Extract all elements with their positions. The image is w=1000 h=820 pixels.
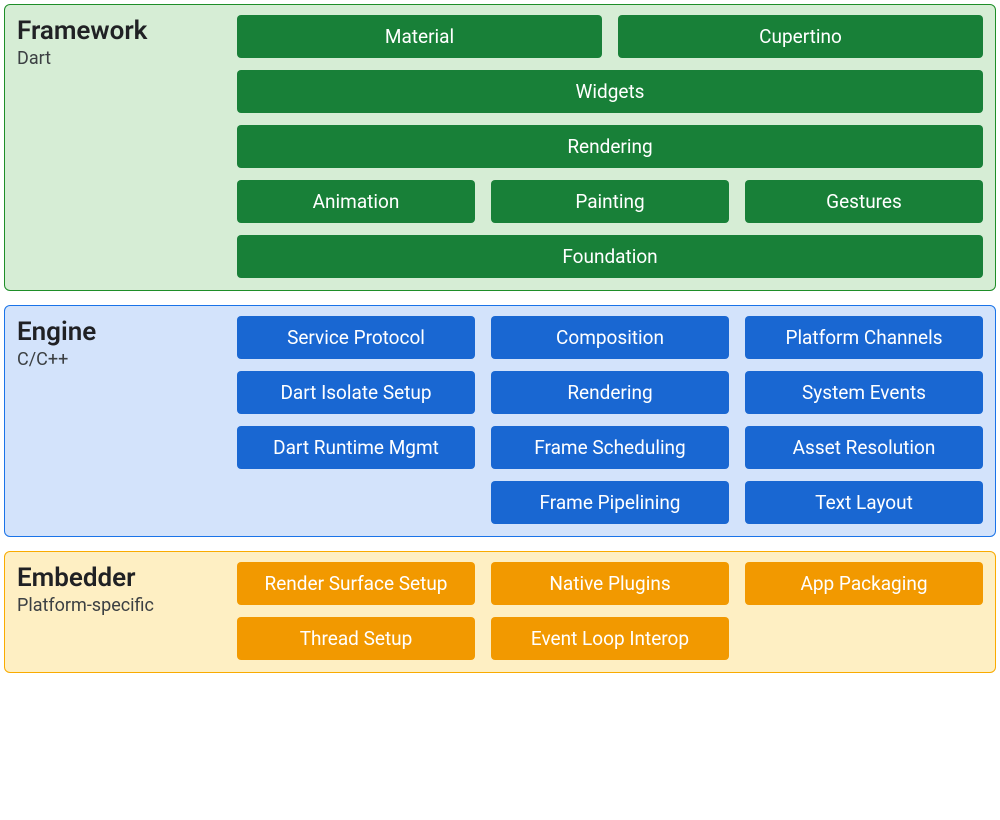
embedder-title: Embedder [17, 564, 237, 593]
embedder-row-0: Render Surface Setup Native Plugins App … [237, 562, 983, 605]
embedder-layer-label: Embedder Platform-specific [17, 562, 237, 660]
framework-row-4: Foundation [237, 235, 983, 278]
block-system-events: System Events [745, 371, 983, 414]
block-asset-resolution: Asset Resolution [745, 426, 983, 469]
framework-title: Framework [17, 17, 237, 46]
engine-row-2: Dart Runtime Mgmt Frame Scheduling Asset… [237, 426, 983, 469]
embedder-subtitle: Platform-specific [17, 595, 237, 616]
embedder-row-1: Thread Setup Event Loop Interop [237, 617, 983, 660]
block-event-loop-interop: Event Loop Interop [491, 617, 729, 660]
block-cupertino: Cupertino [618, 15, 983, 58]
embedder-layer: Embedder Platform-specific Render Surfac… [4, 551, 996, 673]
block-dart-runtime-mgmt: Dart Runtime Mgmt [237, 426, 475, 469]
framework-subtitle: Dart [17, 48, 237, 69]
block-text-layout: Text Layout [745, 481, 983, 524]
block-material: Material [237, 15, 602, 58]
engine-layer: Engine C/C++ Service Protocol Compositio… [4, 305, 996, 537]
block-composition: Composition [491, 316, 729, 359]
engine-layer-label: Engine C/C++ [17, 316, 237, 524]
block-rendering: Rendering [237, 125, 983, 168]
engine-title: Engine [17, 318, 237, 347]
block-native-plugins: Native Plugins [491, 562, 729, 605]
framework-layer: Framework Dart Material Cupertino Widget… [4, 4, 996, 291]
block-platform-channels: Platform Channels [745, 316, 983, 359]
block-thread-setup: Thread Setup [237, 617, 475, 660]
block-render-surface-setup: Render Surface Setup [237, 562, 475, 605]
block-spacer [745, 617, 983, 660]
engine-row-0: Service Protocol Composition Platform Ch… [237, 316, 983, 359]
engine-row-3: Frame Pipelining Text Layout [237, 481, 983, 524]
block-frame-pipelining: Frame Pipelining [491, 481, 729, 524]
block-dart-isolate-setup: Dart Isolate Setup [237, 371, 475, 414]
embedder-blocks: Render Surface Setup Native Plugins App … [237, 562, 983, 660]
engine-blocks: Service Protocol Composition Platform Ch… [237, 316, 983, 524]
block-animation: Animation [237, 180, 475, 223]
block-widgets: Widgets [237, 70, 983, 113]
engine-subtitle: C/C++ [17, 349, 237, 370]
framework-row-0: Material Cupertino [237, 15, 983, 58]
framework-blocks: Material Cupertino Widgets Rendering Ani… [237, 15, 983, 278]
block-engine-rendering: Rendering [491, 371, 729, 414]
block-foundation: Foundation [237, 235, 983, 278]
block-frame-scheduling: Frame Scheduling [491, 426, 729, 469]
framework-row-3: Animation Painting Gestures [237, 180, 983, 223]
block-app-packaging: App Packaging [745, 562, 983, 605]
framework-row-2: Rendering [237, 125, 983, 168]
framework-row-1: Widgets [237, 70, 983, 113]
block-service-protocol: Service Protocol [237, 316, 475, 359]
block-spacer [237, 481, 475, 524]
framework-layer-label: Framework Dart [17, 15, 237, 278]
block-painting: Painting [491, 180, 729, 223]
block-gestures: Gestures [745, 180, 983, 223]
engine-row-1: Dart Isolate Setup Rendering System Even… [237, 371, 983, 414]
